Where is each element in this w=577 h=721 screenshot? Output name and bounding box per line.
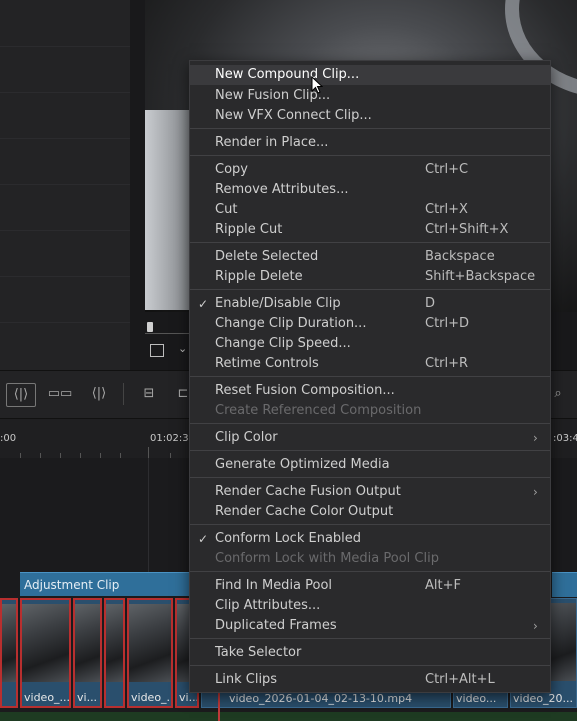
menu-item-find-in-media-pool[interactable]: Find In Media Pool Alt+F: [190, 576, 550, 596]
checkmark-icon: ✓: [198, 297, 209, 311]
menu-item-link-clips[interactable]: Link Clips Ctrl+Alt+L: [190, 670, 550, 690]
menu-item-ripple-cut[interactable]: Ripple Cut Ctrl+Shift+X: [190, 220, 550, 240]
menu-item-duplicated-frames[interactable]: Duplicated Frames ›: [190, 616, 550, 636]
media-panel: [0, 0, 130, 370]
viewer-tools: ⌄: [148, 342, 188, 362]
video-clip[interactable]: video_...: [20, 598, 71, 708]
menu-item-render-cache-color-output[interactable]: Render Cache Color Output: [190, 502, 550, 522]
timecode-label: :03:4: [553, 433, 577, 444]
menu-item-clip-color[interactable]: Clip Color ›: [190, 428, 550, 448]
menu-item-render-cache-fusion-output[interactable]: Render Cache Fusion Output ›: [190, 482, 550, 502]
blade-icon[interactable]: ⟨|⟩: [86, 383, 112, 405]
menu-item-render-in-place[interactable]: Render in Place...: [190, 133, 550, 153]
menu-item-new-vfx-connect-clip[interactable]: New VFX Connect Clip...: [190, 106, 550, 126]
checkmark-icon: ✓: [198, 532, 209, 546]
search-icon[interactable]: ⌕: [550, 383, 566, 405]
menu-item-generate-optimized-media[interactable]: Generate Optimized Media: [190, 455, 550, 475]
menu-item-new-compound-clip[interactable]: New Compound Clip...: [190, 65, 550, 85]
insert-icon[interactable]: ⊟: [134, 383, 164, 405]
video-clip[interactable]: vi...: [73, 598, 102, 708]
menu-item-retime-controls[interactable]: Retime Controls Ctrl+R: [190, 354, 550, 374]
video-clip[interactable]: [0, 598, 18, 708]
chevron-down-icon[interactable]: ⌄: [178, 342, 187, 355]
menu-item-remove-attributes[interactable]: Remove Attributes...: [190, 180, 550, 200]
viewer-scrub-track[interactable]: [145, 333, 190, 334]
adjustment-clip-tail[interactable]: [552, 572, 577, 597]
menu-item-create-referenced-composition: Create Referenced Composition: [215, 403, 422, 418]
menu-item-reset-fusion-composition[interactable]: Reset Fusion Composition...: [190, 381, 550, 401]
menu-item-enable-disable-clip[interactable]: ✓ Enable/Disable Clip D: [190, 294, 550, 314]
dynamic-trim-icon[interactable]: ▭▭: [46, 383, 74, 405]
overwrite-icon[interactable]: ⊏: [176, 383, 190, 405]
crop-icon[interactable]: [150, 344, 164, 357]
trim-edit-icon[interactable]: ⟨|⟩: [6, 383, 36, 407]
menu-item-conform-lock-enabled[interactable]: ✓ Conform Lock Enabled: [190, 529, 550, 549]
menu-item-ripple-delete[interactable]: Ripple Delete Shift+Backspace: [190, 267, 550, 287]
chevron-right-icon: ›: [533, 485, 538, 499]
chevron-right-icon: ›: [533, 431, 538, 445]
menu-item-take-selector[interactable]: Take Selector: [190, 643, 550, 663]
viewer-scrub-handle[interactable]: [147, 322, 153, 332]
video-clip[interactable]: [104, 598, 125, 708]
context-menu: New Compound Clip... New Fusion Clip... …: [189, 60, 551, 693]
mouse-cursor-icon: [311, 76, 323, 94]
chevron-right-icon: ›: [533, 619, 538, 633]
menu-item-new-fusion-clip[interactable]: New Fusion Clip...: [190, 86, 550, 106]
menu-item-cut[interactable]: Cut Ctrl+X: [190, 200, 550, 220]
timecode-label: :00: [0, 433, 17, 444]
audio-track[interactable]: [0, 712, 577, 721]
timecode-label: 01:02:3: [150, 433, 189, 444]
video-clip[interactable]: video_...: [127, 598, 173, 708]
menu-item-copy[interactable]: Copy Ctrl+C: [190, 160, 550, 180]
menu-item-conform-lock-media-pool: Conform Lock with Media Pool Clip: [215, 551, 439, 566]
menu-item-change-clip-duration[interactable]: Change Clip Duration... Ctrl+D: [190, 314, 550, 334]
menu-item-clip-attributes[interactable]: Clip Attributes...: [190, 596, 550, 616]
menu-item-delete-selected[interactable]: Delete Selected Backspace: [190, 247, 550, 267]
menu-item-change-clip-speed[interactable]: Change Clip Speed...: [190, 334, 550, 354]
